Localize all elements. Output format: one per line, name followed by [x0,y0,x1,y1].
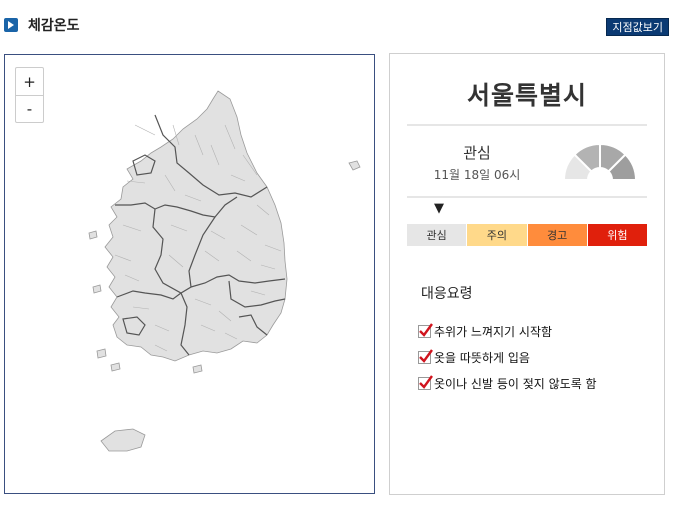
guide-item: 추위가 느껴지기 시작함 [418,318,597,344]
bullet-icon [4,18,18,32]
checkmark-icon [418,374,433,390]
guide-item-text: 옷이나 신발 등이 젖지 않도록 함 [434,376,597,391]
guide-item-text: 옷을 따뜻하게 입음 [434,350,530,365]
island-s-1 [192,364,203,374]
level-scale: 관심 주의 경고 위험 [407,224,647,246]
current-level-label: 관심 [463,144,491,162]
region-name: 서울특별시 [466,81,587,110]
scale-segment-3: 경고 [527,224,587,246]
island-sw-1 [96,348,107,359]
map-outline [88,90,361,452]
response-guide-list: 추위가 느껴지기 시작함 옷을 따뜻하게 입음 옷이나 신발 등이 젖지 않도록… [418,318,597,396]
checkmark-icon [418,348,433,364]
divider-top [407,124,647,126]
gauge-icon [562,142,638,181]
island-w-2 [92,284,102,294]
korea-map[interactable] [5,55,375,494]
scale-segment-1: 관심 [407,224,467,246]
island-sw-2 [110,362,121,372]
island-w-1 [88,230,98,240]
ulleung-island [348,160,361,171]
zoom-in-button[interactable]: + [16,68,43,95]
divider-mid [407,196,647,198]
zoom-control: + - [15,67,44,123]
station-values-button[interactable]: 지점값보기 [606,18,669,36]
jeju-island [100,428,146,452]
zoom-out-button[interactable]: - [16,95,43,122]
forecast-datetime: 11월 18일 06시 [433,168,521,182]
scale-segment-2: 주의 [467,224,527,246]
page-title: 체감온도 [28,18,80,34]
map-panel[interactable]: + - [4,54,375,494]
panel-header: 체감온도 지점값보기 [4,16,672,38]
response-guide-title: 대응요령 [421,286,473,302]
info-panel: 서울특별시 관심 11월 18일 06시 ▼ 관심 주의 경고 위험 대응요령 … [389,53,665,495]
mainland-shape [104,90,288,362]
guide-item: 옷을 따뜻하게 입음 [418,344,597,370]
guide-item-text: 추위가 느껴지기 시작함 [434,324,553,339]
scale-segment-4: 위험 [587,224,647,246]
checkmark-icon [418,322,433,338]
guide-item: 옷이나 신발 등이 젖지 않도록 함 [418,370,597,396]
level-pointer-icon: ▼ [434,201,444,216]
